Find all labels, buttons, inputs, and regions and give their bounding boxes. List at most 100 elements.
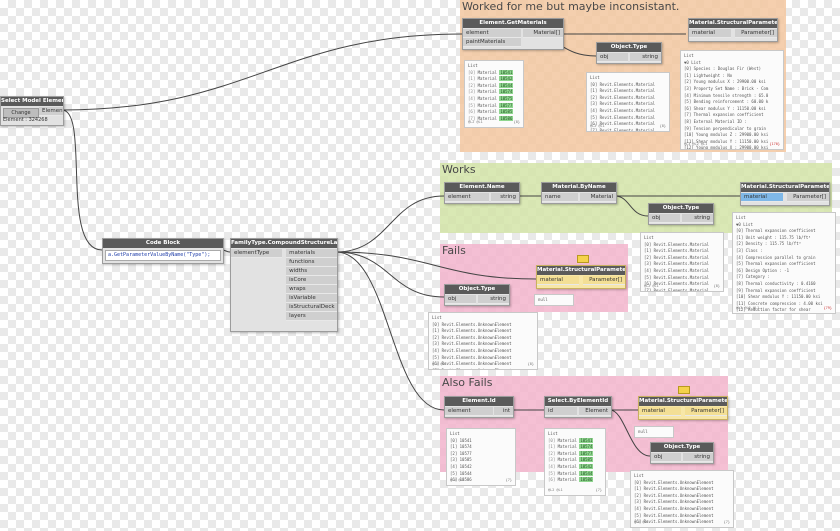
preview-count: {7} xyxy=(723,520,730,525)
input-port-elementtype[interactable]: elementType xyxy=(231,249,282,258)
preview-name: Material xyxy=(477,102,500,108)
preview-id-badge: 10542 xyxy=(579,463,594,469)
preview-line: [0] Species : Douglas Fir (West) xyxy=(684,66,762,72)
output-port-parameter-list[interactable]: Parameter[] xyxy=(734,29,777,38)
element-id-node[interactable]: Element.Id element int xyxy=(444,396,514,418)
material-structural-parameters-node-1[interactable]: Material.StructuralParameters material P… xyxy=(688,18,778,42)
preview-name: Material xyxy=(477,82,500,88)
object-type-node-1[interactable]: Object.Type obj string xyxy=(596,42,662,64)
input-port-material[interactable]: material xyxy=(639,407,682,416)
object-type-node-2[interactable]: Object.Type obj string xyxy=(648,203,714,225)
preview-id-badge: 10541 xyxy=(499,69,514,75)
code-editor[interactable]: a.GetParameterValueByName("Type"); xyxy=(105,250,221,261)
preview-head: List xyxy=(736,215,746,220)
input-port-material[interactable]: material xyxy=(537,276,580,285)
preview-name: Material xyxy=(557,457,580,463)
preview-line: [1] Material 10574 xyxy=(548,444,602,451)
output-port-isvariable[interactable]: isVariable xyxy=(286,294,337,303)
preview-index: [3] xyxy=(468,89,478,95)
preview-line: [5] 10544 xyxy=(450,470,472,476)
output-port-iscore[interactable]: isCore xyxy=(286,276,337,285)
preview-line: [2] Revit.Elements.Material xyxy=(590,94,656,100)
output-port-string[interactable]: string xyxy=(630,53,661,62)
input-port-material[interactable]: material xyxy=(741,193,784,202)
input-port-paintmaterials[interactable]: paintMaterials xyxy=(463,38,521,47)
preview-index: [2] xyxy=(468,82,478,88)
family-type-node[interactable]: FamilyType.CompoundStructureLayers eleme… xyxy=(230,238,338,332)
output-port-isstructuraldeck[interactable]: isStructuralDeck xyxy=(286,303,337,312)
preview-line: [4] 10542 xyxy=(450,463,472,469)
output-port-parameter-list[interactable]: Parameter[] xyxy=(684,407,727,416)
output-port-string[interactable]: string xyxy=(683,453,713,462)
code-block-node[interactable]: Code Block a.GetParameterValueByName("Ty… xyxy=(102,238,224,264)
preview-line: [6] Shear modulus Y : 11150.00 ksi xyxy=(684,105,766,111)
node-title: Material.StructuralParameters xyxy=(689,19,777,28)
warning-icon[interactable] xyxy=(577,255,589,263)
warning-icon[interactable] xyxy=(678,386,690,394)
preview-line: [5] Revit.Elements.UnknownElement xyxy=(432,354,512,360)
output-port-element[interactable]: Element xyxy=(579,407,611,416)
preview-line: [5] Revit.Elements.Material xyxy=(590,114,656,120)
output-port-material-list[interactable]: Material[] xyxy=(523,29,563,38)
node-title: Code Block xyxy=(103,239,223,248)
input-port-id[interactable]: id xyxy=(545,407,577,416)
preview-line: [1] Unit weight : 115.75 lb/ft³ xyxy=(736,234,811,240)
input-port-obj[interactable]: obj xyxy=(445,295,476,304)
input-port-obj[interactable]: obj xyxy=(651,453,681,462)
input-port-element[interactable]: element xyxy=(445,193,490,202)
preview-levels: @L2 @L1 xyxy=(644,284,659,289)
object-type-node-3[interactable]: Object.Type obj string xyxy=(650,442,714,464)
output-port-element[interactable]: Element xyxy=(39,107,63,116)
preview-levels: @L2 @L1 xyxy=(432,362,447,367)
preview-matstruct-3: null xyxy=(634,426,674,438)
preview-levels: @L2 @L1 xyxy=(468,120,483,125)
element-getmaterials-node[interactable]: Element.GetMaterials element paintMateri… xyxy=(462,18,564,50)
input-port-obj[interactable]: obj xyxy=(649,214,680,223)
preview-count: {7} xyxy=(505,478,512,483)
output-port-materials[interactable]: materials xyxy=(286,249,337,258)
preview-head: List xyxy=(548,431,558,436)
output-port-string[interactable]: string xyxy=(490,193,519,202)
preview-id-badge: 10586 xyxy=(579,477,594,483)
element-name-node[interactable]: Element.Name element string xyxy=(444,182,520,204)
output-port-widths[interactable]: widths xyxy=(286,267,337,276)
output-port-parameter-list[interactable]: Parameter[] xyxy=(786,193,829,202)
material-structural-parameters-node-3[interactable]: Material.StructuralParameters material P… xyxy=(638,396,728,420)
output-port-string[interactable]: string xyxy=(682,214,713,223)
node-title: Object.Type xyxy=(445,285,509,294)
object-type-fail-node[interactable]: Object.Type obj string xyxy=(444,284,510,306)
preview-name: Material xyxy=(557,444,580,450)
preview-line: [5] Material 10544 xyxy=(548,470,602,478)
preview-line: [6] Material 10585 xyxy=(468,109,520,116)
preview-line: ▼0 List xyxy=(736,221,753,227)
output-port-layers[interactable]: layers xyxy=(286,312,337,321)
group-title-worked: Worked for me but maybe inconsistant. xyxy=(462,0,680,13)
material-structural-parameters-fail-node[interactable]: Material.StructuralParameters material P… xyxy=(536,265,626,289)
input-port-obj[interactable]: obj xyxy=(597,53,628,62)
preview-line: [8] Thermal conductivity : 0.4160 xyxy=(736,280,816,286)
preview-count: {8} xyxy=(513,120,520,125)
material-structural-parameters-node-2[interactable]: Material.StructuralParameters material P… xyxy=(740,182,830,206)
preview-line: [3] Revit.Elements.Material xyxy=(590,101,656,107)
input-port-element[interactable]: element xyxy=(445,407,493,416)
output-port-wraps[interactable]: wraps xyxy=(286,285,337,294)
output-port-int[interactable]: int xyxy=(493,407,513,416)
input-port-name[interactable]: name xyxy=(542,193,578,202)
input-port-material[interactable]: material xyxy=(689,29,732,38)
preview-id-badge: 10577 xyxy=(499,102,514,108)
input-port-element[interactable]: element xyxy=(463,29,521,38)
select-by-element-id-node[interactable]: Select.ByElementId id Element xyxy=(544,396,612,418)
output-port-material[interactable]: Material xyxy=(580,193,616,202)
output-port-parameter-list[interactable]: Parameter[] xyxy=(582,276,625,285)
material-byname-node[interactable]: Material.ByName name Material xyxy=(541,182,617,204)
preview-element-id: List [0] 10541 [1] 10574 [2] 10577 [3] 1058… xyxy=(446,428,516,486)
preview-index: [4] xyxy=(548,463,558,469)
output-port-functions[interactable]: functions xyxy=(286,258,337,267)
select-model-element-node[interactable]: Select Model Element Change Element Elem… xyxy=(0,96,64,126)
node-title: Object.Type xyxy=(651,443,713,452)
preview-head: null xyxy=(638,429,648,434)
preview-head: List xyxy=(590,75,600,80)
preview-head: List xyxy=(432,315,442,320)
output-port-string[interactable]: string xyxy=(478,295,509,304)
preview-select-by-id: List [0] Material 10541 [1] Material 1057… xyxy=(544,428,606,496)
